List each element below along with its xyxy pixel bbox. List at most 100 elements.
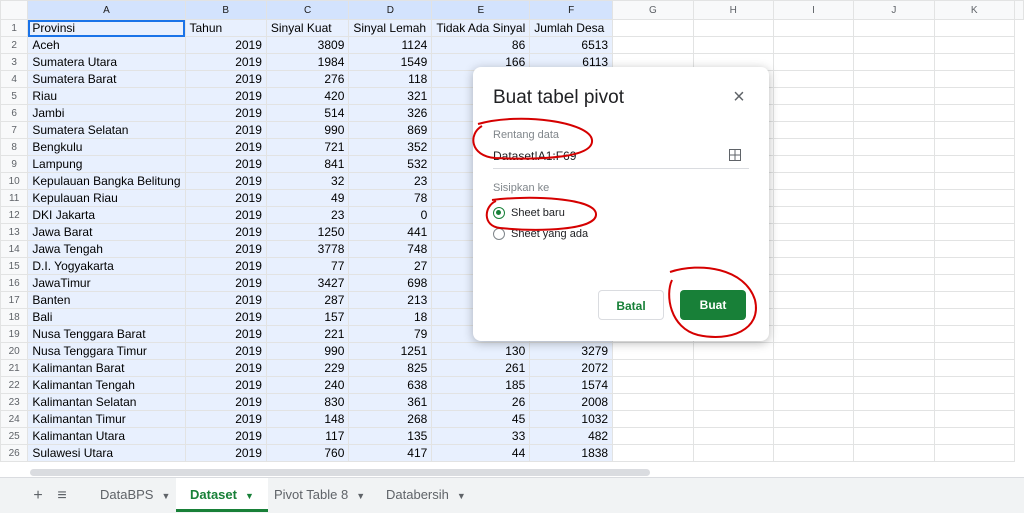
cell[interactable]: 33 (431, 427, 531, 445)
cell[interactable]: Jumlah Desa (529, 19, 614, 37)
cell[interactable] (772, 274, 855, 292)
cell[interactable]: 23 (265, 206, 350, 224)
cell[interactable] (612, 376, 694, 394)
cell[interactable]: Jawa Barat (27, 223, 186, 241)
column-header[interactable]: K (933, 0, 1016, 20)
row-header[interactable]: 12 (0, 206, 29, 224)
cell[interactable]: Sinyal Lemah (348, 19, 433, 37)
tab-databps[interactable]: DataBPS ▼ (86, 478, 184, 512)
cell[interactable] (612, 359, 694, 377)
cell[interactable] (933, 138, 1016, 156)
cell[interactable] (772, 359, 855, 377)
cell[interactable]: 2019 (184, 138, 267, 156)
cell[interactable]: 2019 (184, 410, 267, 428)
column-header[interactable]: A (27, 0, 186, 20)
cell[interactable]: 18 (348, 308, 433, 326)
cell[interactable]: 3427 (265, 274, 350, 292)
cell[interactable] (933, 291, 1016, 309)
cell[interactable] (853, 291, 935, 309)
cell[interactable]: 276 (265, 70, 350, 88)
cell[interactable] (853, 53, 935, 71)
data-range-input[interactable]: Dataset!A1:F69 (493, 149, 576, 163)
cell[interactable] (772, 308, 855, 326)
cell[interactable] (772, 121, 855, 139)
close-icon[interactable]: × (729, 87, 749, 107)
cell[interactable]: Bengkulu (27, 138, 186, 156)
tab-dataset[interactable]: Dataset ▼ (176, 478, 268, 512)
row-header[interactable]: 26 (0, 444, 29, 462)
cell[interactable] (933, 359, 1016, 377)
cell[interactable]: 45 (431, 410, 531, 428)
cell[interactable] (692, 376, 774, 394)
cell[interactable] (933, 155, 1016, 173)
cell[interactable]: 638 (348, 376, 433, 394)
cell[interactable]: 721 (265, 138, 350, 156)
cell[interactable] (933, 325, 1016, 343)
column-header[interactable]: D (348, 0, 433, 20)
cell[interactable] (933, 376, 1016, 394)
row-header[interactable]: 18 (0, 308, 29, 326)
cell[interactable]: 2019 (184, 257, 267, 275)
cell[interactable] (612, 427, 694, 445)
cell[interactable] (853, 444, 935, 462)
cell[interactable]: 1838 (529, 444, 614, 462)
row-header[interactable]: 21 (0, 359, 29, 377)
cell[interactable] (933, 257, 1016, 275)
cell[interactable]: 213 (348, 291, 433, 309)
cell[interactable]: 229 (265, 359, 350, 377)
cell[interactable]: Nusa Tenggara Barat (27, 325, 186, 343)
cell[interactable]: 1574 (529, 376, 614, 394)
column-header[interactable]: J (853, 0, 935, 20)
cell[interactable] (612, 36, 694, 54)
cell[interactable]: 2019 (184, 427, 267, 445)
cell[interactable]: 268 (348, 410, 433, 428)
cell[interactable] (853, 274, 935, 292)
cell[interactable] (933, 189, 1016, 207)
cancel-button[interactable]: Batal (598, 290, 664, 320)
cell[interactable] (853, 206, 935, 224)
row-header[interactable]: 14 (0, 240, 29, 258)
cell[interactable]: 2072 (529, 359, 614, 377)
cell[interactable]: Sumatera Barat (27, 70, 186, 88)
row-header[interactable]: 16 (0, 274, 29, 292)
cell[interactable]: 2019 (184, 70, 267, 88)
cell[interactable] (772, 240, 855, 258)
cell[interactable]: Kalimantan Selatan (27, 393, 186, 411)
row-header[interactable]: 8 (0, 138, 29, 156)
cell[interactable] (772, 138, 855, 156)
cell[interactable]: 2019 (184, 36, 267, 54)
cell[interactable] (853, 104, 935, 122)
cell[interactable] (772, 257, 855, 275)
row-header[interactable]: 17 (0, 291, 29, 309)
cell[interactable] (692, 427, 774, 445)
cell[interactable]: 2019 (184, 155, 267, 173)
cell[interactable]: 0 (348, 206, 433, 224)
create-button[interactable]: Buat (680, 290, 746, 320)
cell[interactable] (853, 257, 935, 275)
cell[interactable] (933, 274, 1016, 292)
cell[interactable]: 825 (348, 359, 433, 377)
cell[interactable] (853, 223, 935, 241)
cell[interactable]: Bali (27, 308, 186, 326)
cell[interactable]: 23 (348, 172, 433, 190)
row-header[interactable]: 22 (0, 376, 29, 394)
row-header[interactable]: 20 (0, 342, 29, 360)
row-header[interactable]: 11 (0, 189, 29, 207)
column-header[interactable]: G (612, 0, 694, 20)
cell[interactable] (772, 19, 855, 37)
tab-pivot-table-8[interactable]: Pivot Table 8 ▼ (260, 478, 379, 512)
cell[interactable] (933, 206, 1016, 224)
cell[interactable]: 2019 (184, 444, 267, 462)
cell[interactable]: 830 (265, 393, 350, 411)
cell[interactable]: Kalimantan Tengah (27, 376, 186, 394)
cell[interactable] (612, 342, 694, 360)
cell[interactable] (853, 376, 935, 394)
column-header[interactable]: B (184, 0, 267, 20)
cell[interactable] (772, 155, 855, 173)
cell[interactable]: 117 (265, 427, 350, 445)
cell[interactable]: 326 (348, 104, 433, 122)
cell[interactable]: 3279 (529, 342, 614, 360)
cell[interactable] (772, 393, 855, 411)
cell[interactable]: 2019 (184, 206, 267, 224)
cell[interactable]: Provinsi (27, 19, 186, 37)
